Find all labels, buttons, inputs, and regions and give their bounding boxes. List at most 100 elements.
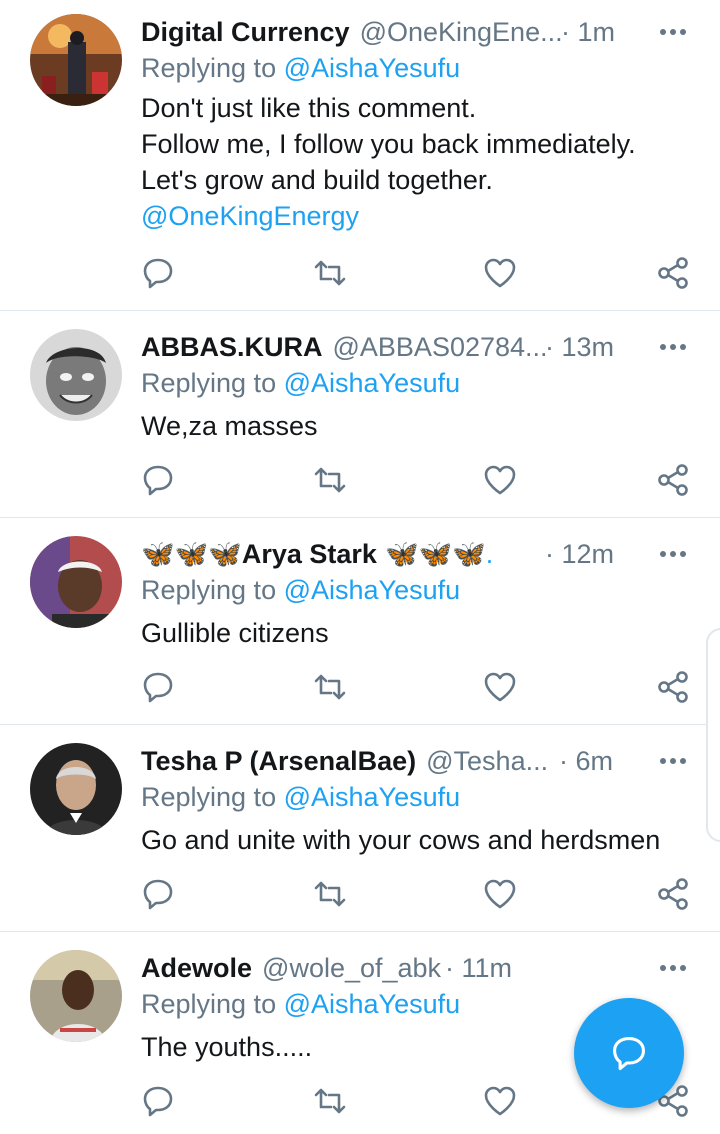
share-button[interactable] [655, 255, 691, 291]
more-icon[interactable] [658, 545, 688, 563]
avatar-image [30, 743, 122, 835]
display-name[interactable]: Digital Currency [141, 17, 350, 48]
replying-label: Replying to [141, 782, 284, 812]
retweet-button[interactable] [312, 669, 348, 705]
user-handle[interactable]: @OneKingEne... [360, 17, 563, 48]
retweet-button[interactable] [312, 876, 348, 912]
replying-mention-link[interactable]: @AishaYesufu [284, 53, 461, 83]
timestamp[interactable]: · 13m [545, 332, 614, 363]
heart-icon [484, 258, 516, 288]
scroll-handle[interactable] [706, 628, 720, 842]
tweet[interactable]: Tesha P (ArsenalBae) @Tesha... · 6m Repl… [0, 725, 720, 932]
avatar[interactable] [30, 329, 122, 421]
share-button[interactable] [655, 669, 691, 705]
avatar[interactable] [30, 14, 122, 106]
replying-label: Replying to [141, 368, 284, 398]
replying-label: Replying to [141, 989, 284, 1019]
more-icon[interactable] [658, 752, 688, 770]
mention-link[interactable]: @OneKingEnergy [141, 198, 700, 234]
tweet-text: We,za masses [141, 408, 700, 444]
replying-to: Replying to @AishaYesufu [141, 53, 460, 84]
like-button[interactable] [482, 669, 518, 705]
reply-button[interactable] [140, 1083, 176, 1119]
tweet-text-line: Let's grow and build together. [141, 165, 493, 195]
reply-button[interactable] [140, 669, 176, 705]
avatar-image [30, 536, 122, 628]
heart-icon [484, 879, 516, 909]
tweet-actions [0, 255, 720, 295]
replying-to: Replying to @AishaYesufu [141, 368, 460, 399]
like-button[interactable] [482, 1083, 518, 1119]
tweet[interactable]: ABBAS.KURA @ABBAS02784... · 13m Replying… [0, 311, 720, 518]
replying-to: Replying to @AishaYesufu [141, 575, 460, 606]
compose-reply-icon [613, 1037, 645, 1071]
display-name[interactable]: Adewole [141, 953, 252, 984]
reply-button[interactable] [140, 876, 176, 912]
tweet-text-line: We,za masses [141, 411, 318, 441]
share-icon [658, 878, 688, 910]
retweet-button[interactable] [312, 1083, 348, 1119]
tweet-text-line: Don't just like this comment. [141, 93, 477, 123]
retweet-icon [314, 467, 346, 493]
user-handle[interactable]: @wole_of_abk [262, 953, 441, 984]
more-icon[interactable] [658, 959, 688, 977]
like-button[interactable] [482, 876, 518, 912]
replying-to: Replying to @AishaYesufu [141, 989, 460, 1020]
tweet-actions [0, 876, 720, 916]
share-button[interactable] [655, 876, 691, 912]
tweet-text-line: Go and unite with your cows and herdsmen [141, 825, 661, 855]
name-emoji-prefix: 🦋🦋🦋 [141, 539, 242, 569]
tweet-text-line: Gullible citizens [141, 618, 329, 648]
timestamp[interactable]: · 12m [545, 539, 614, 570]
avatar-image [30, 950, 122, 1042]
user-handle[interactable]: @ABBAS02784... [333, 332, 548, 363]
tweet-actions [0, 462, 720, 502]
like-button[interactable] [482, 462, 518, 498]
tweet[interactable]: Digital Currency @OneKingEne... · 1m Rep… [0, 0, 720, 311]
display-name[interactable]: ABBAS.KURA [141, 332, 323, 363]
heart-icon [484, 1086, 516, 1116]
timestamp[interactable]: · 6m [559, 746, 613, 777]
display-name[interactable]: Tesha P (ArsenalBae) [141, 746, 416, 777]
more-icon[interactable] [658, 338, 688, 356]
replying-mention-link[interactable]: @AishaYesufu [284, 575, 461, 605]
reply-icon [143, 879, 173, 910]
replying-label: Replying to [141, 575, 284, 605]
replying-mention-link[interactable]: @AishaYesufu [284, 782, 461, 812]
replying-label: Replying to [141, 53, 284, 83]
name-emoji-suffix: 🦋🦋🦋. [384, 539, 494, 569]
retweet-button[interactable] [312, 255, 348, 291]
more-icon[interactable] [658, 23, 688, 41]
timestamp[interactable]: · 11m [445, 953, 512, 984]
compose-reply-button[interactable] [574, 998, 684, 1108]
retweet-icon [314, 260, 346, 286]
replying-mention-link[interactable]: @AishaYesufu [284, 989, 461, 1019]
reply-icon [143, 1086, 173, 1117]
user-handle[interactable]: @Tesha... [426, 746, 548, 777]
reply-button[interactable] [140, 255, 176, 291]
share-icon [658, 257, 688, 289]
avatar[interactable] [30, 950, 122, 1042]
tweet[interactable]: 🦋🦋🦋 Arya Stark 🦋🦋🦋. · 12m Replying to @A… [0, 518, 720, 725]
reply-icon [143, 672, 173, 703]
reply-button[interactable] [140, 462, 176, 498]
retweet-icon [314, 674, 346, 700]
tweet-text: Gullible citizens [141, 615, 700, 651]
reply-icon [143, 258, 173, 289]
retweet-button[interactable] [312, 462, 348, 498]
replying-to: Replying to @AishaYesufu [141, 782, 460, 813]
avatar[interactable] [30, 536, 122, 628]
heart-icon [484, 672, 516, 702]
tweet-text: Don't just like this comment. Follow me,… [141, 90, 700, 234]
tweet-text: Go and unite with your cows and herdsmen [141, 822, 700, 858]
timestamp[interactable]: · 1m [561, 17, 615, 48]
share-icon [658, 671, 688, 703]
tweet-actions [0, 669, 720, 709]
share-button[interactable] [655, 462, 691, 498]
replying-mention-link[interactable]: @AishaYesufu [284, 368, 461, 398]
share-icon [658, 464, 688, 496]
avatar[interactable] [30, 743, 122, 835]
like-button[interactable] [482, 255, 518, 291]
heart-icon [484, 465, 516, 495]
display-name[interactable]: Arya Stark [242, 539, 377, 570]
